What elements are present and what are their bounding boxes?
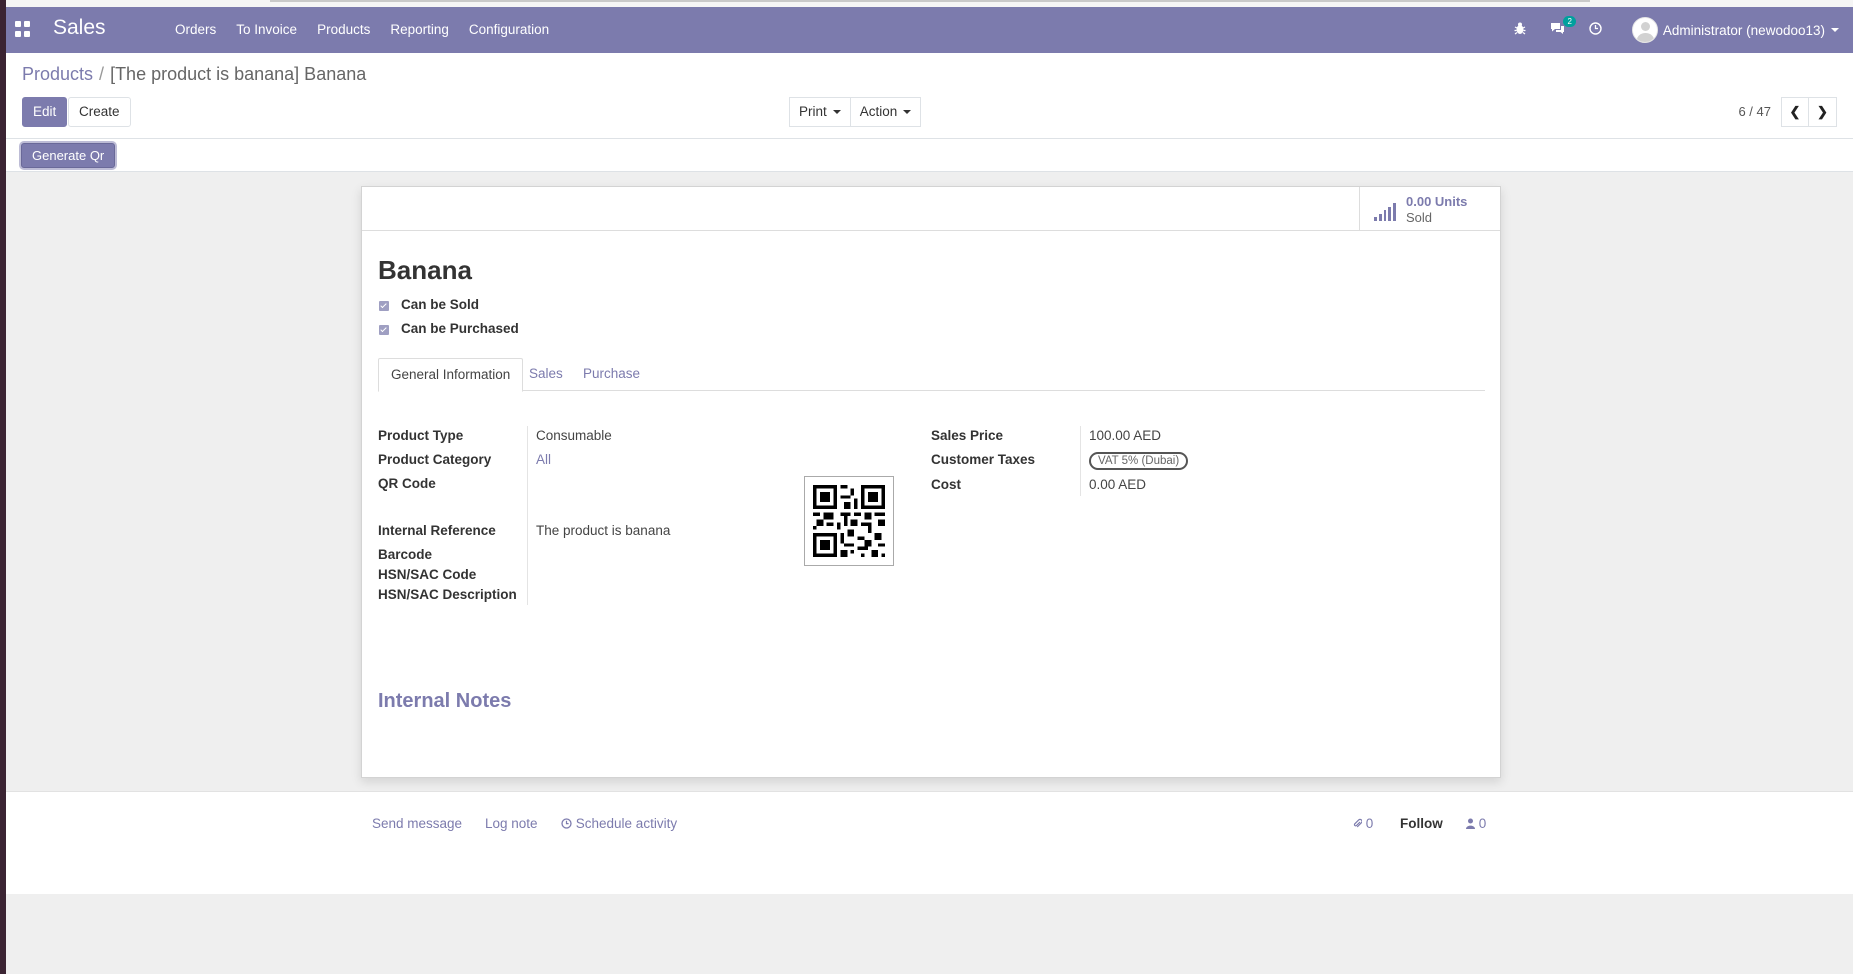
action-dropdown[interactable]: Action [850, 97, 922, 127]
paperclip-icon [1353, 816, 1363, 831]
action-buttons: Print Action [789, 97, 922, 127]
tab-purchase[interactable]: Purchase [571, 358, 652, 391]
notebook-tabs: General Information Sales Purchase [378, 358, 1485, 392]
breadcrumb-separator: / [99, 64, 105, 84]
menu-configuration[interactable]: Configuration [459, 7, 559, 53]
follow-button[interactable]: Follow [1400, 816, 1443, 831]
pager-buttons: ❮ ❯ [1781, 97, 1837, 127]
create-button[interactable]: Create [68, 97, 131, 127]
print-dropdown[interactable]: Print [789, 97, 851, 127]
schedule-activity-button[interactable]: Schedule activity [561, 816, 677, 831]
form-sheet: 0.00 Units Sold Banana Can be Sold Can b… [361, 186, 1501, 778]
followers-count: 0 [1478, 816, 1487, 831]
sales-price-value: 100.00 AED [1089, 428, 1162, 443]
internal-notes-title: Internal Notes [378, 690, 512, 712]
bar-chart-icon [1374, 203, 1396, 221]
barcode-label: Barcode [378, 547, 433, 562]
chevron-down-icon [1831, 28, 1839, 32]
caret-down-icon [903, 110, 912, 115]
log-note-button[interactable]: Log note [485, 816, 538, 831]
product-name: Banana [378, 255, 472, 285]
activity-clock-icon[interactable] [1589, 22, 1602, 38]
apps-menu-icon[interactable] [15, 21, 31, 37]
tax-tag[interactable]: VAT 5% (Dubai) [1089, 452, 1189, 470]
pager-value[interactable]: 6 / 47 [1738, 104, 1771, 119]
chevron-left-icon[interactable]: ❮ [1781, 97, 1809, 127]
internal-reference-value: The product is banana [536, 523, 671, 538]
page-bottom [6, 894, 1853, 974]
qr-code-label: QR Code [378, 476, 436, 491]
generate-qr-button[interactable]: Generate Qr [21, 143, 116, 168]
print-label: Print [799, 104, 827, 119]
field-separator [1080, 426, 1081, 496]
qr-code-image [804, 476, 894, 566]
sales-price-label: Sales Price [931, 428, 1004, 443]
units-sold-value: 0.00 Units [1406, 194, 1468, 209]
followers-button[interactable]: 0 [1466, 816, 1486, 831]
chevron-right-icon[interactable]: ❯ [1809, 97, 1837, 127]
breadcrumb-products[interactable]: Products [22, 64, 93, 84]
menu-products[interactable]: Products [307, 7, 380, 53]
can-be-sold-checkbox[interactable] [379, 301, 389, 311]
customer-taxes-label: Customer Taxes [931, 452, 1036, 467]
hsn-code-label: HSN/SAC Code [378, 567, 477, 582]
app-name[interactable]: Sales [53, 16, 106, 40]
product-category-link[interactable]: All [536, 452, 551, 467]
send-message-button[interactable]: Send message [372, 816, 462, 831]
control-panel: Products / [The product is banana] Banana … [6, 53, 1853, 139]
hsn-description-label: HSN/SAC Description [378, 587, 517, 602]
clock-icon [561, 816, 572, 831]
breadcrumb-current: [The product is banana] Banana [110, 64, 367, 84]
top-menu: Orders To Invoice Products Reporting Con… [165, 7, 559, 53]
form-header: Generate Qr [6, 139, 1853, 172]
user-menu[interactable]: Administrator (newodoo13) [1631, 17, 1839, 43]
edit-button[interactable]: Edit [22, 97, 68, 127]
bug-icon[interactable] [1514, 22, 1526, 38]
tab-general-information[interactable]: General Information [378, 358, 524, 392]
menu-reporting[interactable]: Reporting [380, 7, 459, 53]
systray: 2 Administrator (newodoo13) [1502, 7, 1853, 53]
tab-sales[interactable]: Sales [517, 358, 575, 391]
can-be-purchased-label: Can be Purchased [401, 321, 519, 336]
messages-count-badge: 2 [1563, 16, 1576, 27]
cost-value: 0.00 AED [1089, 477, 1147, 492]
browser-strip [0, 0, 1853, 7]
attachments-button[interactable]: 0 [1353, 816, 1373, 831]
main-navbar: Sales Orders To Invoice Products Reporti… [6, 7, 1853, 53]
cost-label: Cost [931, 477, 961, 492]
product-type-label: Product Type [378, 428, 464, 443]
action-label: Action [859, 104, 898, 119]
units-sold-label: Sold [1406, 210, 1433, 225]
button-box: 0.00 Units Sold [362, 187, 1500, 231]
menu-orders[interactable]: Orders [165, 7, 226, 53]
user-name: Administrator (newodoo13) [1662, 22, 1825, 38]
can-be-sold-label: Can be Sold [401, 297, 480, 312]
window-edge [0, 0, 6, 974]
units-sold-button[interactable]: 0.00 Units Sold [1359, 187, 1500, 231]
caret-down-icon [832, 110, 841, 115]
schedule-activity-label: Schedule activity [575, 816, 678, 831]
avatar [1631, 17, 1658, 43]
field-separator [527, 515, 528, 605]
product-type-value: Consumable [536, 428, 612, 443]
can-be-purchased-checkbox[interactable] [379, 325, 389, 335]
breadcrumb: Products / [The product is banana] Banana [22, 64, 366, 85]
product-category-label: Product Category [378, 452, 492, 467]
user-icon [1466, 816, 1475, 831]
chatter: Send message Log note Schedule activity … [6, 791, 1853, 894]
internal-reference-label: Internal Reference [378, 523, 496, 538]
menu-to-invoice[interactable]: To Invoice [226, 7, 307, 53]
attachments-count: 0 [1365, 816, 1374, 831]
messages-icon[interactable]: 2 [1550, 16, 1576, 38]
